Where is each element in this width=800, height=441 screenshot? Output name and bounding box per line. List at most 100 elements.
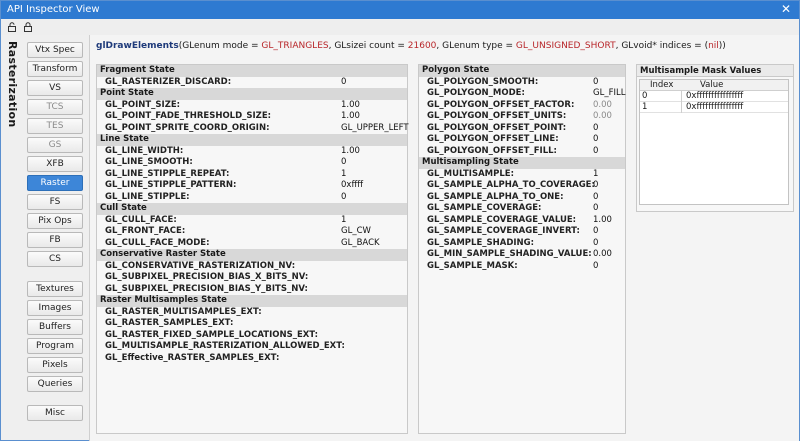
- state-row[interactable]: GL_RASTER_SAMPLES_EXT:: [97, 318, 407, 330]
- state-row[interactable]: GL_POLYGON_OFFSET_POINT: 0: [419, 123, 625, 135]
- state-key: GL_RASTER_FIXED_SAMPLE_LOCATIONS_EXT:: [105, 329, 319, 340]
- stage-button-transform[interactable]: Transform: [27, 61, 83, 77]
- state-row[interactable]: GL_LINE_SMOOTH: 0: [97, 157, 407, 169]
- state-row[interactable]: GL_POLYGON_OFFSET_LINE: 0: [419, 134, 625, 146]
- object-button-textures[interactable]: Textures: [27, 281, 83, 297]
- misc-button[interactable]: Misc: [27, 405, 83, 421]
- state-row[interactable]: GL_SAMPLE_ALPHA_TO_COVERAGE: 0: [419, 180, 625, 192]
- state-key: GL_SAMPLE_ALPHA_TO_ONE:: [427, 191, 564, 202]
- state-value: 1.00: [593, 214, 612, 225]
- call-count-value: 21600: [407, 41, 437, 51]
- state-value: 1: [341, 168, 347, 179]
- stage-button-tcs[interactable]: TCS: [27, 99, 83, 115]
- object-button-images[interactable]: Images: [27, 300, 83, 316]
- stage-button-fs[interactable]: FS: [27, 194, 83, 210]
- multisample-mask-table[interactable]: Index Value 0 0xffffffffffffffff 1 0xffffff…: [639, 79, 789, 205]
- state-row[interactable]: GL_POLYGON_OFFSET_FACTOR: 0.00: [419, 100, 625, 112]
- state-row[interactable]: GL_RASTER_FIXED_SAMPLE_LOCATIONS_EXT:: [97, 330, 407, 342]
- state-row[interactable]: GL_Effective_RASTER_SAMPLES_EXT:: [97, 353, 407, 365]
- state-row[interactable]: GL_SAMPLE_MASK: 0: [419, 261, 625, 273]
- state-row[interactable]: GL_MULTISAMPLE_RASTERIZATION_ALLOWED_EXT…: [97, 341, 407, 353]
- state-row[interactable]: GL_SAMPLE_SHADING: 0: [419, 238, 625, 250]
- section-header: Line State: [97, 134, 407, 146]
- state-key: GL_MULTISAMPLE:: [427, 168, 514, 179]
- state-key: GL_POLYGON_OFFSET_FILL:: [427, 145, 557, 156]
- state-row[interactable]: GL_SAMPLE_COVERAGE_VALUE: 1.00: [419, 215, 625, 227]
- state-row[interactable]: GL_POINT_SIZE: 1.00: [97, 100, 407, 112]
- stage-button-gs[interactable]: GS: [27, 137, 83, 153]
- state-row[interactable]: GL_POLYGON_MODE: GL_FILL: [419, 88, 625, 100]
- state-key: GL_SAMPLE_COVERAGE:: [427, 203, 542, 213]
- state-key: GL_SAMPLE_SHADING:: [427, 237, 535, 248]
- state-value: 1.00: [341, 99, 360, 110]
- table-row[interactable]: 1 0xffffffffffffffff: [640, 102, 788, 113]
- state-value: 0.00: [593, 99, 612, 110]
- state-row[interactable]: GL_MULTISAMPLE: 1: [419, 169, 625, 181]
- state-row[interactable]: GL_SAMPLE_COVERAGE: 0: [419, 203, 625, 215]
- stage-button-vs[interactable]: VS: [27, 80, 83, 96]
- state-row[interactable]: GL_SUBPIXEL_PRECISION_BIAS_X_BITS_NV:: [97, 272, 407, 284]
- state-row[interactable]: GL_POINT_SPRITE_COORD_ORIGIN: GL_UPPER_LE…: [97, 122, 409, 135]
- state-value: 0: [593, 76, 599, 87]
- state-value: 0: [341, 157, 347, 167]
- state-row[interactable]: GL_RASTER_MULTISAMPLES_EXT:: [97, 307, 407, 319]
- stage-button-vtx-spec[interactable]: Vtx Spec: [27, 42, 83, 58]
- state-key: GL_LINE_STIPPLE_PATTERN:: [105, 180, 237, 190]
- state-value: 0: [593, 180, 599, 190]
- state-row[interactable]: GL_FRONT_FACE: GL_CW: [97, 226, 407, 238]
- object-button-program[interactable]: Program: [27, 338, 83, 354]
- state-row[interactable]: GL_POINT_FADE_THRESHOLD_SIZE: 1.00: [97, 111, 407, 123]
- state-row[interactable]: GL_LINE_STIPPLE_PATTERN: 0xffff: [97, 180, 407, 192]
- section-header: Conservative Raster State: [97, 249, 407, 261]
- state-row[interactable]: GL_POLYGON_SMOOTH: 0: [419, 77, 625, 89]
- mask-index: 1: [640, 102, 682, 113]
- state-row[interactable]: GL_CULL_FACE_MODE: GL_BACK: [97, 238, 407, 250]
- raster-state-panel-left[interactable]: Fragment State GL_RASTERIZER_DISCARD: 0 Poi…: [96, 64, 409, 434]
- raster-state-panel-middle[interactable]: Polygon State GL_POLYGON_SMOOTH: 0 GL_POLYG…: [418, 64, 626, 434]
- state-row[interactable]: GL_LINE_STIPPLE_REPEAT: 1: [97, 169, 407, 181]
- unlock-icon[interactable]: [7, 22, 17, 32]
- title-bar[interactable]: API Inspector View ✕: [1, 1, 799, 19]
- state-value: 0: [593, 145, 599, 156]
- column-header-value[interactable]: Value: [700, 80, 723, 91]
- object-button-buffers[interactable]: Buffers: [27, 319, 83, 335]
- column-header-index[interactable]: Index: [650, 80, 673, 91]
- state-value: 0xffff: [341, 180, 364, 190]
- call-mode-value: GL_TRIANGLES: [261, 41, 329, 51]
- lock-icon[interactable]: [23, 22, 33, 32]
- state-row[interactable]: GL_CULL_FACE: 1: [97, 215, 407, 227]
- state-key: GL_POLYGON_OFFSET_UNITS:: [427, 111, 567, 121]
- state-key: GL_POINT_SIZE:: [105, 99, 181, 110]
- state-key: GL_Effective_RASTER_SAMPLES_EXT:: [105, 352, 280, 363]
- state-row[interactable]: GL_POLYGON_OFFSET_FILL: 0: [419, 146, 625, 158]
- stage-button-fb[interactable]: FB: [27, 232, 83, 248]
- state-row[interactable]: GL_SAMPLE_COVERAGE_INVERT: 0: [419, 226, 625, 238]
- state-value: GL_UPPER_LEFT: [341, 122, 409, 133]
- stage-button-cs[interactable]: CS: [27, 251, 83, 267]
- state-row[interactable]: GL_SAMPLE_ALPHA_TO_ONE: 0: [419, 192, 625, 204]
- state-key: GL_SUBPIXEL_PRECISION_BIAS_X_BITS_NV:: [105, 272, 309, 282]
- object-button-queries[interactable]: Queries: [27, 376, 83, 392]
- state-value: 0.00: [593, 111, 612, 121]
- state-value: 0: [593, 237, 599, 248]
- state-key: GL_LINE_SMOOTH:: [105, 157, 193, 167]
- state-row[interactable]: GL_LINE_WIDTH: 1.00: [97, 146, 407, 158]
- state-row[interactable]: GL_LINE_STIPPLE: 0: [97, 192, 407, 204]
- toolbar: [1, 19, 799, 35]
- table-row[interactable]: 0 0xffffffffffffffff: [640, 91, 788, 102]
- object-button-pixels[interactable]: Pixels: [27, 357, 83, 373]
- state-row[interactable]: GL_SUBPIXEL_PRECISION_BIAS_Y_BITS_NV:: [97, 284, 407, 296]
- state-key: GL_POLYGON_OFFSET_POINT:: [427, 122, 567, 133]
- state-row[interactable]: GL_MIN_SAMPLE_SHADING_VALUE: 0.00: [419, 249, 625, 261]
- close-icon[interactable]: ✕: [781, 2, 791, 16]
- state-row[interactable]: GL_POLYGON_OFFSET_UNITS: 0.00: [419, 111, 625, 123]
- stage-button-pix-ops[interactable]: Pix Ops: [27, 213, 83, 229]
- state-row[interactable]: GL_RASTERIZER_DISCARD: 0: [97, 77, 407, 89]
- state-key: GL_LINE_STIPPLE_REPEAT:: [105, 168, 230, 179]
- state-key: GL_RASTER_SAMPLES_EXT:: [105, 318, 234, 328]
- stage-button-raster[interactable]: Raster: [27, 175, 83, 191]
- stage-button-tes[interactable]: TES: [27, 118, 83, 134]
- state-row[interactable]: GL_CONSERVATIVE_RASTERIZATION_NV:: [97, 261, 407, 273]
- state-value: 0: [341, 76, 347, 87]
- stage-button-xfb[interactable]: XFB: [27, 156, 83, 172]
